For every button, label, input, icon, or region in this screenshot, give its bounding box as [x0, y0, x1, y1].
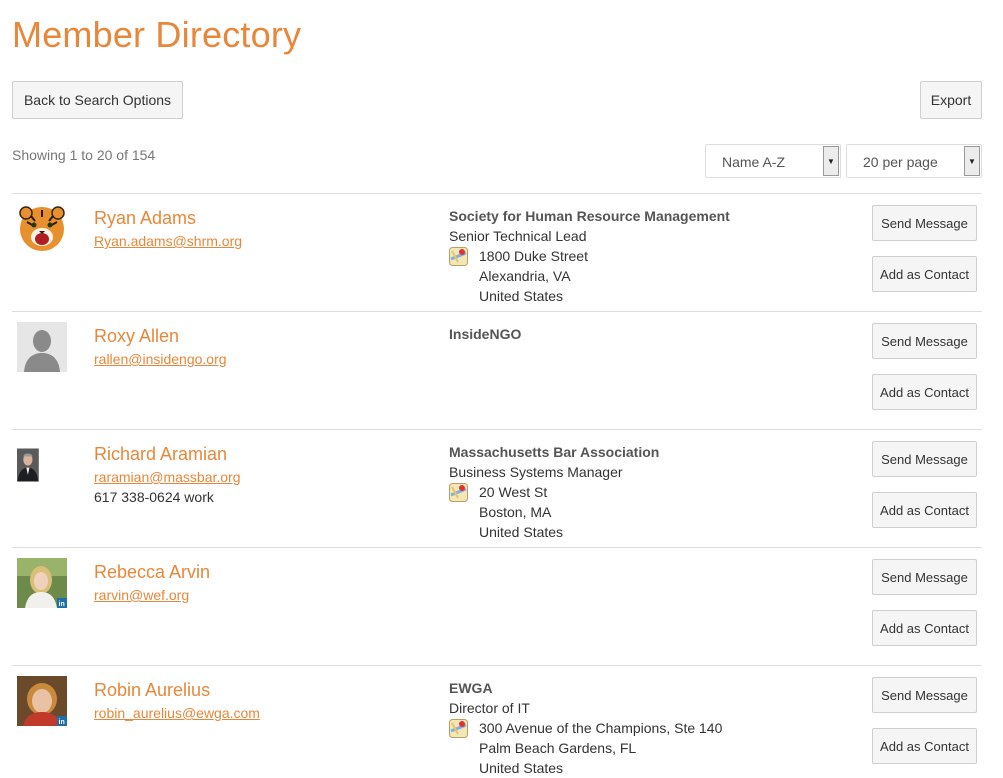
member-city: Alexandria, VA — [479, 268, 571, 284]
send-message-button[interactable]: Send Message — [872, 323, 977, 359]
member-name[interactable]: Rebecca Arvin — [94, 562, 210, 583]
send-message-button[interactable]: Send Message — [872, 559, 977, 595]
svg-text:in: in — [59, 601, 65, 608]
sort-select[interactable]: Name A-Z ▼ — [705, 144, 841, 178]
member-phone: 617 338-0624 work — [94, 489, 214, 505]
svg-text:in: in — [59, 719, 65, 726]
send-message-button[interactable]: Send Message — [872, 677, 977, 713]
member-row: in Rebecca Arvin rarvin@wef.org Send Mes… — [12, 548, 982, 666]
member-organization: InsideNGO — [449, 326, 522, 342]
default-silhouette-avatar — [17, 322, 67, 372]
member-address: 1800 Duke Street Alexandria, VA United S… — [449, 246, 730, 306]
page-title: Member Directory — [12, 14, 302, 55]
export-button[interactable]: Export — [920, 81, 982, 119]
add-as-contact-button[interactable]: Add as Contact — [872, 610, 977, 646]
member-email-link[interactable]: rallen@insidengo.org — [94, 351, 227, 367]
member-city: Boston, MA — [479, 504, 552, 520]
man-suit-photo — [17, 448, 39, 482]
tiger-avatar — [19, 206, 65, 251]
member-name[interactable]: Ryan Adams — [94, 208, 196, 229]
member-country: United States — [479, 288, 564, 304]
member-organization: Society for Human Resource Management — [449, 208, 730, 224]
member-role: Senior Technical Lead — [449, 228, 587, 244]
member-street: 1800 Duke Street — [479, 248, 588, 264]
member-street: 20 West St — [479, 484, 548, 500]
chevron-down-icon[interactable]: ▼ — [964, 146, 980, 176]
woman-outdoor-photo: in — [17, 558, 67, 608]
add-as-contact-button[interactable]: Add as Contact — [872, 374, 977, 410]
send-message-button[interactable]: Send Message — [872, 205, 977, 241]
member-org-block: InsideNGO — [449, 324, 521, 344]
member-org-block: Massachusetts Bar Association Business S… — [449, 442, 659, 542]
member-name[interactable]: Robin Aurelius — [94, 680, 210, 701]
member-org-block: EWGA Director of IT 300 Avenue of the Ch… — [449, 678, 722, 778]
per-page-select[interactable]: 20 per page ▼ — [846, 144, 982, 178]
member-organization: EWGA — [449, 680, 493, 696]
member-name[interactable]: Richard Aramian — [94, 444, 227, 465]
member-row: Roxy Allen rallen@insidengo.org InsideNG… — [12, 312, 982, 430]
results-count: Showing 1 to 20 of 154 — [12, 147, 156, 163]
add-as-contact-button[interactable]: Add as Contact — [872, 256, 977, 292]
member-row: Ryan Adams Ryan.adams@shrm.org Society f… — [12, 194, 982, 312]
map-icon[interactable] — [449, 719, 468, 738]
member-row: Richard Aramian raramian@massbar.org 617… — [12, 430, 982, 548]
member-address: 300 Avenue of the Champions, Ste 140 Pal… — [449, 718, 722, 778]
member-name[interactable]: Roxy Allen — [94, 326, 179, 347]
member-address: 20 West St Boston, MA United States — [449, 482, 659, 542]
member-email-link[interactable]: rarvin@wef.org — [94, 587, 189, 603]
member-country: United States — [479, 760, 564, 776]
map-icon[interactable] — [449, 483, 468, 502]
map-icon[interactable] — [449, 247, 468, 266]
member-organization: Massachusetts Bar Association — [449, 444, 660, 460]
woman-portrait-photo: in — [17, 676, 67, 726]
back-to-search-button[interactable]: Back to Search Options — [12, 81, 183, 119]
member-email-link[interactable]: Ryan.adams@shrm.org — [94, 233, 242, 249]
member-row: in Robin Aurelius robin_aurelius@ewga.co… — [12, 666, 982, 778]
member-list: Ryan Adams Ryan.adams@shrm.org Society f… — [12, 193, 982, 778]
member-country: United States — [479, 524, 564, 540]
add-as-contact-button[interactable]: Add as Contact — [872, 728, 977, 764]
member-email-link[interactable]: raramian@massbar.org — [94, 469, 241, 485]
send-message-button[interactable]: Send Message — [872, 441, 977, 477]
per-page-select-value: 20 per page — [863, 154, 938, 170]
sort-select-value: Name A-Z — [722, 154, 786, 170]
add-as-contact-button[interactable]: Add as Contact — [872, 492, 977, 528]
member-email-link[interactable]: robin_aurelius@ewga.com — [94, 705, 260, 721]
member-role: Director of IT — [449, 700, 530, 716]
chevron-down-icon[interactable]: ▼ — [823, 146, 839, 176]
member-city: Palm Beach Gardens, FL — [479, 740, 637, 756]
member-street: 300 Avenue of the Champions, Ste 140 — [479, 720, 723, 736]
member-org-block: Society for Human Resource Management Se… — [449, 206, 730, 306]
member-role: Business Systems Manager — [449, 464, 623, 480]
